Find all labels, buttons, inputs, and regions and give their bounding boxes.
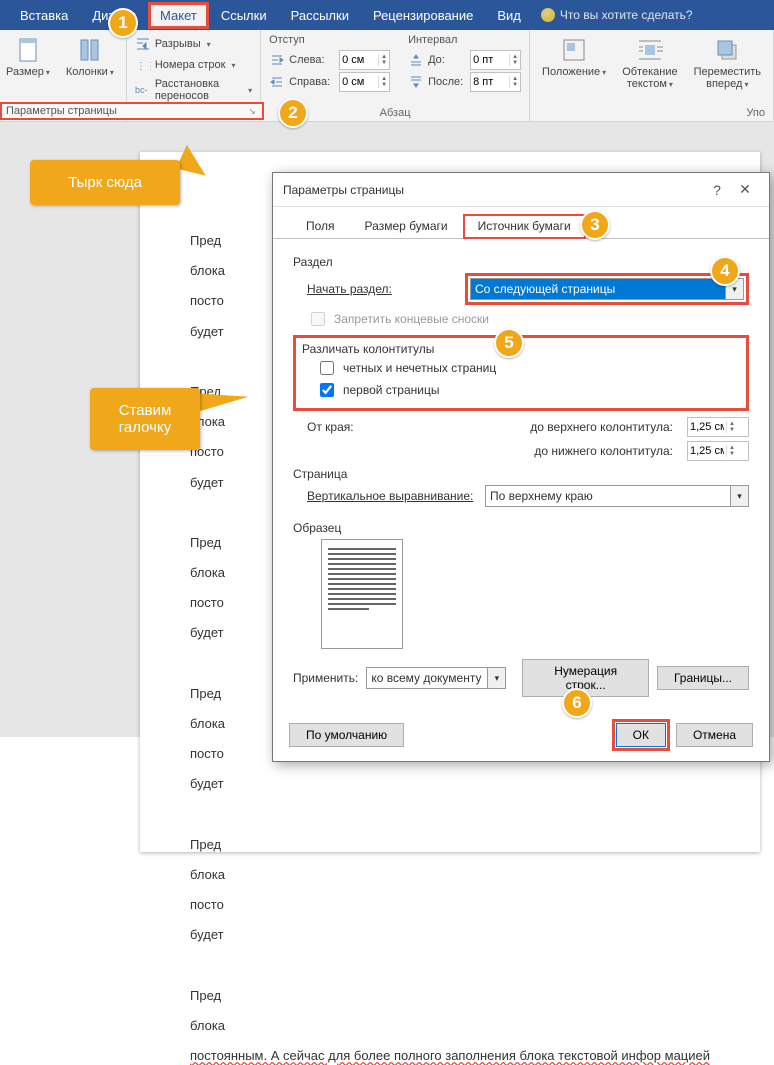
header-distance-input[interactable]: ▲▼ (687, 417, 749, 437)
dialog-tabs: Поля Размер бумаги Источник бумаги (273, 207, 769, 239)
columns-button[interactable]: Колонки▾ (62, 34, 118, 105)
bring-forward-button[interactable]: Переместить вперед▾ (690, 34, 765, 105)
tab-paper-size[interactable]: Размер бумаги (350, 214, 463, 239)
page-setup-dialog: Параметры страницы ? ✕ Поля Размер бумаг… (272, 172, 770, 762)
indent-left-icon (269, 52, 285, 68)
section-label: Раздел (293, 255, 749, 269)
chevron-down-icon: ▾ (730, 486, 748, 506)
spacing-after-input[interactable]: ▲▼ (470, 72, 521, 92)
vertical-align-dropdown[interactable]: По верхнему краю ▾ (485, 485, 749, 507)
spacing-before-icon (408, 52, 424, 68)
annotation-3: 3 (580, 210, 610, 240)
start-section-dropdown[interactable]: Со следующей страницы ▾ (470, 278, 744, 300)
position-button[interactable]: Положение▾ (538, 34, 610, 105)
callout-2: Ставим галочку (90, 388, 200, 450)
default-button[interactable]: По умолчанию (289, 723, 404, 747)
bring-forward-icon (713, 36, 741, 64)
annotation-2: 2 (278, 98, 308, 128)
ok-button[interactable]: ОК (616, 723, 666, 747)
page-section-label: Страница (293, 467, 749, 481)
bulb-icon (541, 8, 555, 22)
spacing-after-icon (408, 74, 424, 90)
cancel-button[interactable]: Отмена (676, 723, 753, 747)
annotation-6: 6 (562, 688, 592, 718)
indent-right-icon (269, 74, 285, 90)
breaks-button[interactable]: Разрывы▾ (135, 34, 252, 54)
tab-view[interactable]: Вид (485, 2, 533, 29)
line-numbers-button[interactable]: ⋮⋮ Номера строк▾ (135, 55, 252, 75)
apply-to-dropdown[interactable]: ко всему документу ▾ (366, 667, 506, 689)
callout-1: Тырк сюда (30, 160, 180, 205)
preview-thumbnail (321, 539, 403, 649)
tab-insert[interactable]: Вставка (8, 2, 80, 29)
odd-even-checkbox[interactable] (320, 361, 334, 375)
size-button[interactable]: Размер▾ (2, 34, 54, 105)
hyphenation-icon: bc- (135, 82, 151, 98)
interval-title: Интервал (408, 34, 521, 46)
indent-right-input[interactable]: ▲▼ (339, 72, 390, 92)
indent-left-input[interactable]: ▲▼ (339, 50, 390, 70)
wrap-text-button[interactable]: Обтекание текстом▾ (618, 34, 681, 105)
position-icon (560, 36, 588, 64)
dialog-close-button[interactable]: ✕ (731, 181, 759, 198)
breaks-icon (135, 36, 151, 52)
tab-margins[interactable]: Поля (291, 214, 350, 239)
start-section-label: Начать раздел: (307, 282, 457, 296)
tell-me-search[interactable]: Что вы хотите сделать? (541, 8, 693, 22)
sample-label: Образец (293, 521, 749, 535)
indent-title: Отступ (269, 34, 390, 46)
tab-layout[interactable]: Макет (148, 2, 209, 29)
page-setup-label: Параметры страницы (6, 105, 117, 117)
hyphenation-button[interactable]: bc- Расстановка переносов▾ (135, 76, 252, 104)
chevron-down-icon: ▾ (487, 668, 505, 688)
tell-me-label: Что вы хотите сделать? (560, 8, 693, 22)
footer-distance-input[interactable]: ▲▼ (687, 441, 749, 461)
wrap-icon (636, 36, 664, 64)
tab-paper-source[interactable]: Источник бумаги (463, 214, 586, 239)
tab-references[interactable]: Ссылки (209, 2, 279, 29)
svg-text:bc-: bc- (135, 85, 148, 95)
suppress-endnotes-checkbox (311, 312, 325, 326)
dialog-launcher-icon[interactable]: ↘ (246, 105, 258, 117)
page-size-icon (14, 36, 42, 64)
annotation-1: 1 (108, 8, 138, 38)
annotation-4: 4 (710, 256, 740, 286)
tab-review[interactable]: Рецензирование (361, 2, 485, 29)
from-edge-label: От края: (307, 420, 361, 434)
tab-mailings[interactable]: Рассылки (279, 2, 361, 29)
columns-icon (76, 36, 104, 64)
first-page-checkbox[interactable] (320, 383, 334, 397)
dialog-title: Параметры страницы (283, 183, 404, 197)
borders-button-dialog[interactable]: Границы... (657, 666, 749, 690)
dialog-help-button[interactable]: ? (703, 182, 731, 198)
line-numbers-icon: ⋮⋮ (135, 57, 151, 73)
annotation-5: 5 (494, 328, 524, 358)
page-setup-launcher[interactable]: Параметры страницы ↘ (0, 102, 264, 120)
spacing-before-input[interactable]: ▲▼ (470, 50, 521, 70)
svg-text:⋮⋮: ⋮⋮ (136, 61, 151, 72)
